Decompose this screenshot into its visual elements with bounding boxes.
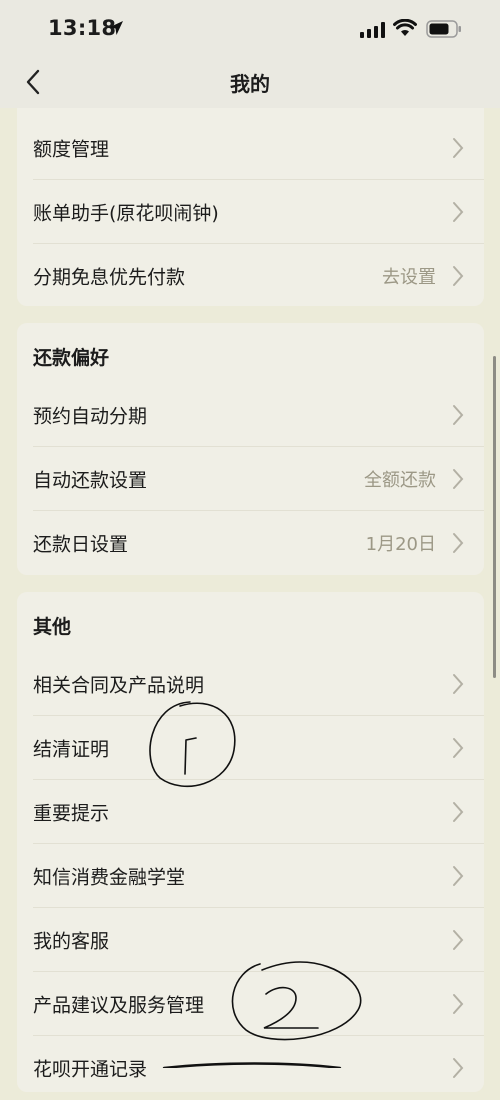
chevron-right-icon bbox=[453, 1058, 464, 1078]
nav-bar: 我的 bbox=[0, 58, 500, 108]
chevron-right-icon bbox=[453, 930, 464, 950]
other-card: 其他 相关合同及产品说明 结清证明 重要提示 知信消费金融学堂 我的客服 产品建… bbox=[17, 592, 484, 1092]
row-customer-service[interactable]: 我的客服 bbox=[17, 908, 484, 972]
row-value: 1月20日 bbox=[365, 534, 436, 555]
chevron-right-icon bbox=[453, 202, 464, 222]
scrollbar[interactable] bbox=[493, 356, 496, 678]
status-time: 13:18 bbox=[48, 16, 117, 40]
status-bar: 13:18 bbox=[0, 0, 500, 58]
row-finance-school[interactable]: 知信消费金融学堂 bbox=[17, 844, 484, 908]
row-label: 重要提示 bbox=[33, 802, 110, 825]
location-arrow-icon bbox=[109, 21, 123, 35]
chevron-right-icon bbox=[453, 802, 464, 822]
row-label: 还款日设置 bbox=[33, 533, 129, 556]
row-bill-assistant[interactable]: 账单助手(原花呗闹钟) bbox=[17, 180, 484, 244]
chevron-right-icon bbox=[453, 138, 464, 158]
row-settlement-certificate[interactable]: 结清证明 bbox=[17, 716, 484, 780]
row-value: 全额还款 bbox=[364, 470, 436, 491]
row-label: 相关合同及产品说明 bbox=[33, 674, 205, 697]
row-product-feedback[interactable]: 产品建议及服务管理 bbox=[17, 972, 484, 1036]
chevron-right-icon bbox=[453, 738, 464, 758]
row-repayment-day[interactable]: 还款日设置 1月20日 bbox=[17, 511, 484, 575]
row-label: 自动还款设置 bbox=[33, 469, 148, 492]
chevron-right-icon bbox=[453, 533, 464, 553]
chevron-right-icon bbox=[453, 405, 464, 425]
row-scheduled-auto-installment[interactable]: 预约自动分期 bbox=[17, 383, 484, 447]
row-value: 去设置 bbox=[382, 267, 436, 288]
row-label: 账单助手(原花呗闹钟) bbox=[33, 202, 219, 225]
account-settings-card: 额度管理 账单助手(原花呗闹钟) 分期免息优先付款 去设置 bbox=[17, 108, 484, 306]
row-huabei-activation-record[interactable]: 花呗开通记录 bbox=[17, 1036, 484, 1100]
row-label: 分期免息优先付款 bbox=[33, 266, 186, 289]
section-title: 其他 bbox=[33, 616, 72, 638]
row-label: 额度管理 bbox=[33, 138, 110, 161]
wifi-icon bbox=[393, 19, 417, 36]
row-label: 产品建议及服务管理 bbox=[33, 994, 205, 1017]
cellular-signal-icon bbox=[360, 22, 385, 38]
row-installment-free-interest[interactable]: 分期免息优先付款 去设置 bbox=[17, 244, 484, 308]
chevron-right-icon bbox=[453, 266, 464, 286]
repayment-preferences-card: 还款偏好 预约自动分期 自动还款设置 全额还款 还款日设置 1月20日 bbox=[17, 323, 484, 575]
row-label: 预约自动分期 bbox=[33, 405, 148, 428]
row-important-notice[interactable]: 重要提示 bbox=[17, 780, 484, 844]
chevron-right-icon bbox=[453, 674, 464, 694]
row-label: 我的客服 bbox=[33, 930, 110, 953]
section-title: 还款偏好 bbox=[33, 347, 110, 369]
row-quota-management[interactable]: 额度管理 bbox=[17, 116, 484, 180]
battery-icon bbox=[426, 20, 461, 38]
chevron-right-icon bbox=[453, 994, 464, 1014]
row-label: 花呗开通记录 bbox=[33, 1058, 148, 1081]
chevron-right-icon bbox=[453, 469, 464, 489]
row-auto-repayment[interactable]: 自动还款设置 全额还款 bbox=[17, 447, 484, 511]
row-label: 知信消费金融学堂 bbox=[33, 866, 186, 889]
chevron-right-icon bbox=[453, 866, 464, 886]
page-title: 我的 bbox=[230, 72, 270, 96]
row-contracts-and-product-info[interactable]: 相关合同及产品说明 bbox=[17, 652, 484, 716]
row-label: 结清证明 bbox=[33, 738, 110, 761]
